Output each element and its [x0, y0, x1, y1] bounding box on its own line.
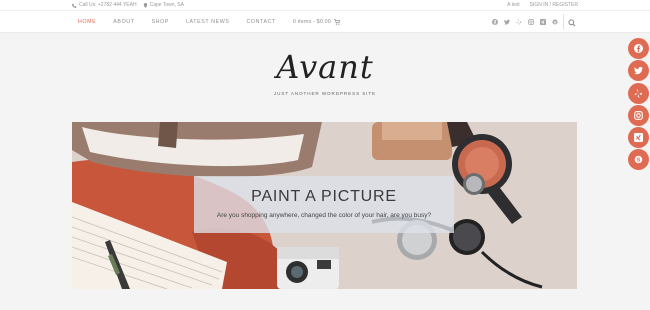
nav-item-home[interactable]: HOME — [78, 19, 96, 25]
facebook-icon[interactable] — [492, 19, 498, 25]
cart-link[interactable]: 0 items - $0.00 — [293, 19, 340, 25]
nav-divider — [563, 14, 564, 30]
facebook-icon — [634, 44, 643, 53]
header-social-links: S — [492, 11, 558, 33]
nav-item-contact[interactable]: CONTACT — [246, 19, 275, 25]
menu: HOME ABOUT SHOP LATEST NEWS CONTACT 0 it… — [78, 11, 340, 33]
share-yelp-button[interactable] — [628, 83, 649, 104]
nav-item-about[interactable]: ABOUT — [113, 19, 134, 25]
signin-link[interactable]: SIGN IN / REGISTER — [530, 2, 578, 8]
phone-info: Call Us: +2782 444 YEAH — [72, 2, 137, 8]
twitter-icon[interactable] — [504, 19, 510, 25]
yelp-icon[interactable] — [516, 19, 522, 25]
share-facebook-button[interactable] — [628, 38, 649, 59]
hero-title: PAINT A PICTURE — [251, 188, 397, 205]
svg-text:S: S — [554, 19, 557, 24]
site-tagline: JUST ANOTHER WORDPRESS SITE — [273, 91, 377, 96]
share-xing-button[interactable] — [628, 127, 649, 148]
yelp-icon — [634, 89, 643, 98]
skype-icon[interactable]: S — [552, 19, 558, 25]
hero-caption: PAINT A PICTURE Are you shopping anywher… — [194, 176, 454, 233]
share-instagram-button[interactable] — [628, 105, 649, 126]
share-skype-button[interactable]: S — [628, 149, 649, 170]
cart-icon — [333, 19, 340, 25]
nav-item-latest-news[interactable]: LATEST NEWS — [186, 19, 230, 25]
phone-icon — [72, 3, 77, 8]
cart-text: 0 items - $0.00 — [292, 19, 331, 25]
share-twitter-button[interactable] — [628, 60, 649, 81]
svg-text:S: S — [637, 158, 641, 164]
hero-text: Are you shopping anywhere, changed the c… — [216, 212, 432, 219]
contact-info: Call Us: +2782 444 YEAH Cape Town, SA — [72, 2, 184, 8]
search-icon — [568, 19, 576, 27]
instagram-icon — [634, 111, 643, 120]
nav-item-shop[interactable]: SHOP — [152, 19, 169, 25]
main-navigation: HOME ABOUT SHOP LATEST NEWS CONTACT 0 it… — [0, 10, 650, 33]
top-bar: Call Us: +2782 444 YEAH Cape Town, SA A … — [0, 0, 650, 10]
xing-icon — [634, 133, 643, 142]
skype-icon: S — [634, 155, 643, 164]
phone-text: Call Us: +2782 444 YEAH — [79, 2, 137, 8]
location-text: Cape Town, SA — [149, 2, 184, 8]
search-button[interactable] — [567, 16, 577, 28]
map-marker-icon — [143, 2, 147, 8]
text-link[interactable]: A text — [507, 2, 520, 8]
top-bar-links: A text SIGN IN / REGISTER — [507, 2, 578, 8]
xing-icon[interactable] — [540, 19, 546, 25]
site-logo[interactable]: Avant — [0, 48, 650, 86]
location-info: Cape Town, SA — [143, 2, 184, 8]
twitter-icon — [634, 66, 643, 75]
instagram-icon[interactable] — [528, 19, 534, 25]
